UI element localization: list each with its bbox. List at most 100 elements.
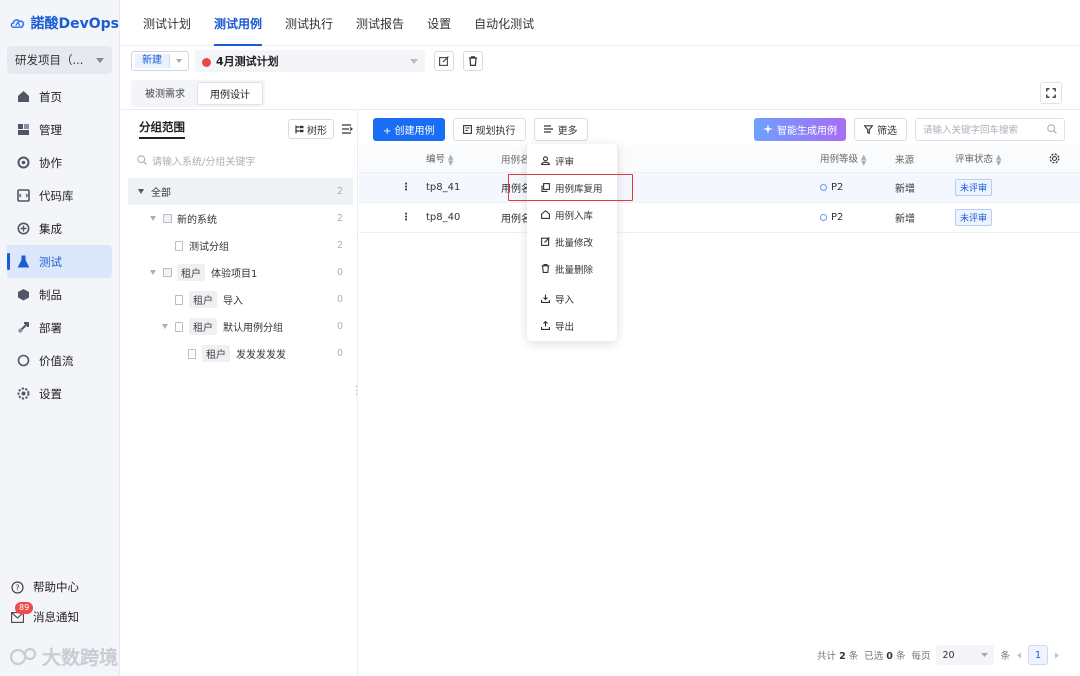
sidebar-item-settings[interactable]: 设置 xyxy=(0,377,112,410)
watermark-text: 大数跨境 xyxy=(42,647,119,669)
row-actions-icon[interactable]: ⋮ xyxy=(401,212,411,223)
sidebar-item-repo[interactable]: 代码库 xyxy=(0,179,112,212)
group-icon xyxy=(188,348,196,359)
help-center-link[interactable]: ? 帮助中心 xyxy=(0,572,113,602)
sidebar-item-integration[interactable]: 集成 xyxy=(0,212,112,245)
delete-plan-button[interactable] xyxy=(463,51,483,71)
top-tab-4[interactable]: 设置 xyxy=(427,15,451,45)
sidebar-item-label: 部署 xyxy=(39,320,62,335)
more-button[interactable]: 更多 xyxy=(533,117,588,141)
top-tab-3[interactable]: 测试报告 xyxy=(356,15,404,45)
total-count: 共计 2 条 xyxy=(817,651,859,662)
row-actions-icon[interactable]: ⋮ xyxy=(401,182,411,193)
menu-item-review[interactable]: 评审 xyxy=(527,147,617,174)
tree-node-sub-group[interactable]: 租户 发发发发发 0 xyxy=(128,340,353,367)
new-button[interactable]: 新建 xyxy=(131,51,189,71)
menu-item-import[interactable]: 导入 xyxy=(527,285,617,312)
tree-view-button[interactable]: 树形 xyxy=(288,119,334,139)
tab-case-design[interactable]: 用例设计 xyxy=(197,81,263,105)
sidebar-item-flask[interactable]: 测试 xyxy=(7,245,112,278)
plan-selector[interactable]: 4月测试计划 xyxy=(195,50,425,72)
case-search-input[interactable]: 请输入关键字回车搜索 xyxy=(915,117,1065,141)
flask-icon xyxy=(16,255,30,269)
review-icon xyxy=(541,156,550,165)
sidebar-item-label: 管理 xyxy=(39,122,62,137)
prev-page-icon[interactable] xyxy=(1016,652,1022,659)
project-selector[interactable]: 研发项目（... xyxy=(7,46,112,74)
tab-requirements[interactable]: 被测需求 xyxy=(133,82,197,105)
tree-node-count: 0 xyxy=(336,321,343,332)
tree-node-count: 2 xyxy=(336,213,343,224)
fullscreen-button[interactable] xyxy=(1040,82,1062,104)
menu-item-label: 用例入库 xyxy=(555,210,594,222)
top-tab-0[interactable]: 测试计划 xyxy=(143,15,191,45)
top-tab-2[interactable]: 测试执行 xyxy=(285,15,333,45)
sidebar-item-artifact[interactable]: 制品 xyxy=(0,278,112,311)
create-case-button[interactable]: + 创建用例 xyxy=(373,117,445,141)
column-settings-icon[interactable] xyxy=(1049,153,1060,164)
project-name: 研发项目（... xyxy=(15,53,84,67)
col-header-level[interactable]: 用例等级 ▲ ▼ xyxy=(820,151,866,166)
case-num: tp8_41 xyxy=(426,182,461,193)
case-source: 新增 xyxy=(895,214,915,225)
notifications-link[interactable]: 89 消息通知 xyxy=(0,602,113,632)
sidebar-item-collab[interactable]: 协作 xyxy=(0,146,112,179)
plan-execution-button[interactable]: 规划执行 xyxy=(452,117,526,141)
sidebar-item-home[interactable]: 首页 xyxy=(0,80,112,113)
page-number-button[interactable]: 1 xyxy=(1028,645,1048,665)
plan-icon xyxy=(462,124,472,134)
menu-item-batch-delete[interactable]: 批量删除 xyxy=(527,255,617,282)
menu-item-reuse-library[interactable]: 用例库复用 xyxy=(527,174,617,201)
tenant-tag: 租户 xyxy=(177,264,205,281)
table-row[interactable]: ⋮ tp8_41 用例名 P2 新增 未评审 xyxy=(359,173,1080,203)
case-num: tp8_40 xyxy=(426,212,461,223)
tree-node-all[interactable]: 全部 2 xyxy=(128,178,353,205)
case-toolbar: + 创建用例 规划执行 更多 智能生成用例 筛选 请输入关键字回车搜索 xyxy=(373,117,1065,141)
case-source: 新增 xyxy=(895,184,915,195)
menu-item-add-to-library[interactable]: 用例入库 xyxy=(527,201,617,228)
tree-node-default-group[interactable]: 租户 默认用例分组 0 xyxy=(128,313,353,340)
search-icon xyxy=(137,155,147,165)
expand-caret-icon xyxy=(150,216,156,221)
next-page-icon[interactable] xyxy=(1054,652,1060,659)
tree-search-input[interactable]: 请输入系统/分组关键字 xyxy=(129,148,351,172)
collapse-panel-icon[interactable] xyxy=(342,124,353,134)
sidebar-item-label: 代码库 xyxy=(39,188,74,203)
app-logo[interactable]: 諾酸DevOps xyxy=(0,0,119,46)
sidebar-item-valuestream[interactable]: 价值流 xyxy=(0,344,112,377)
tree-view-label: 树形 xyxy=(307,125,327,137)
resize-handle[interactable]: · · · xyxy=(355,383,358,401)
menu-item-batch-edit[interactable]: 批量修改 xyxy=(527,228,617,255)
per-page-label: 每页 xyxy=(911,651,931,662)
watermark: 大数跨境 xyxy=(10,643,118,670)
tree-node-group[interactable]: 测试分组 2 xyxy=(128,232,353,259)
top-tab-1[interactable]: 测试用例 xyxy=(214,15,263,46)
menu-item-label: 导入 xyxy=(555,294,575,306)
tree-node-tenant-project[interactable]: 租户 体验项目1 0 xyxy=(128,259,353,286)
sidebar-item-manage[interactable]: 管理 xyxy=(0,113,112,146)
menu-item-label: 批量删除 xyxy=(555,264,594,276)
tree-node-label: 新的系统 xyxy=(177,215,217,226)
col-header-status[interactable]: 评审状态 ▲ ▼ xyxy=(955,151,1001,166)
expand-caret-icon xyxy=(138,189,144,194)
col-header-source: 来源 xyxy=(895,154,915,166)
chevron-down-icon xyxy=(176,59,182,63)
col-header-num[interactable]: 编号 ▲ ▼ xyxy=(426,151,453,166)
ai-generate-button[interactable]: 智能生成用例 xyxy=(754,117,846,141)
edit-plan-button[interactable] xyxy=(434,51,454,71)
chevron-down-icon xyxy=(981,653,989,657)
top-tab-5[interactable]: 自动化测试 xyxy=(474,15,534,45)
menu-item-export[interactable]: 导出 xyxy=(527,312,617,339)
page-size-select[interactable]: 20 xyxy=(936,645,995,665)
table-row[interactable]: ⋮ tp8_40 用例名 P2 新增 未评审 xyxy=(359,203,1080,233)
sidebar-item-deploy[interactable]: 部署 xyxy=(0,311,112,344)
tree-node-count: 0 xyxy=(336,267,343,278)
tree-node-system[interactable]: 新的系统 2 xyxy=(128,205,353,232)
ai-generate-label: 智能生成用例 xyxy=(777,125,837,137)
case-level: P2 xyxy=(820,182,843,193)
tree-node-import[interactable]: 租户 导入 0 xyxy=(128,286,353,313)
col-header-name[interactable]: 用例名 xyxy=(501,152,530,166)
filter-button[interactable]: 筛选 xyxy=(854,117,907,141)
edit-icon xyxy=(439,56,449,66)
tree-title: 分组范围 xyxy=(139,119,185,139)
